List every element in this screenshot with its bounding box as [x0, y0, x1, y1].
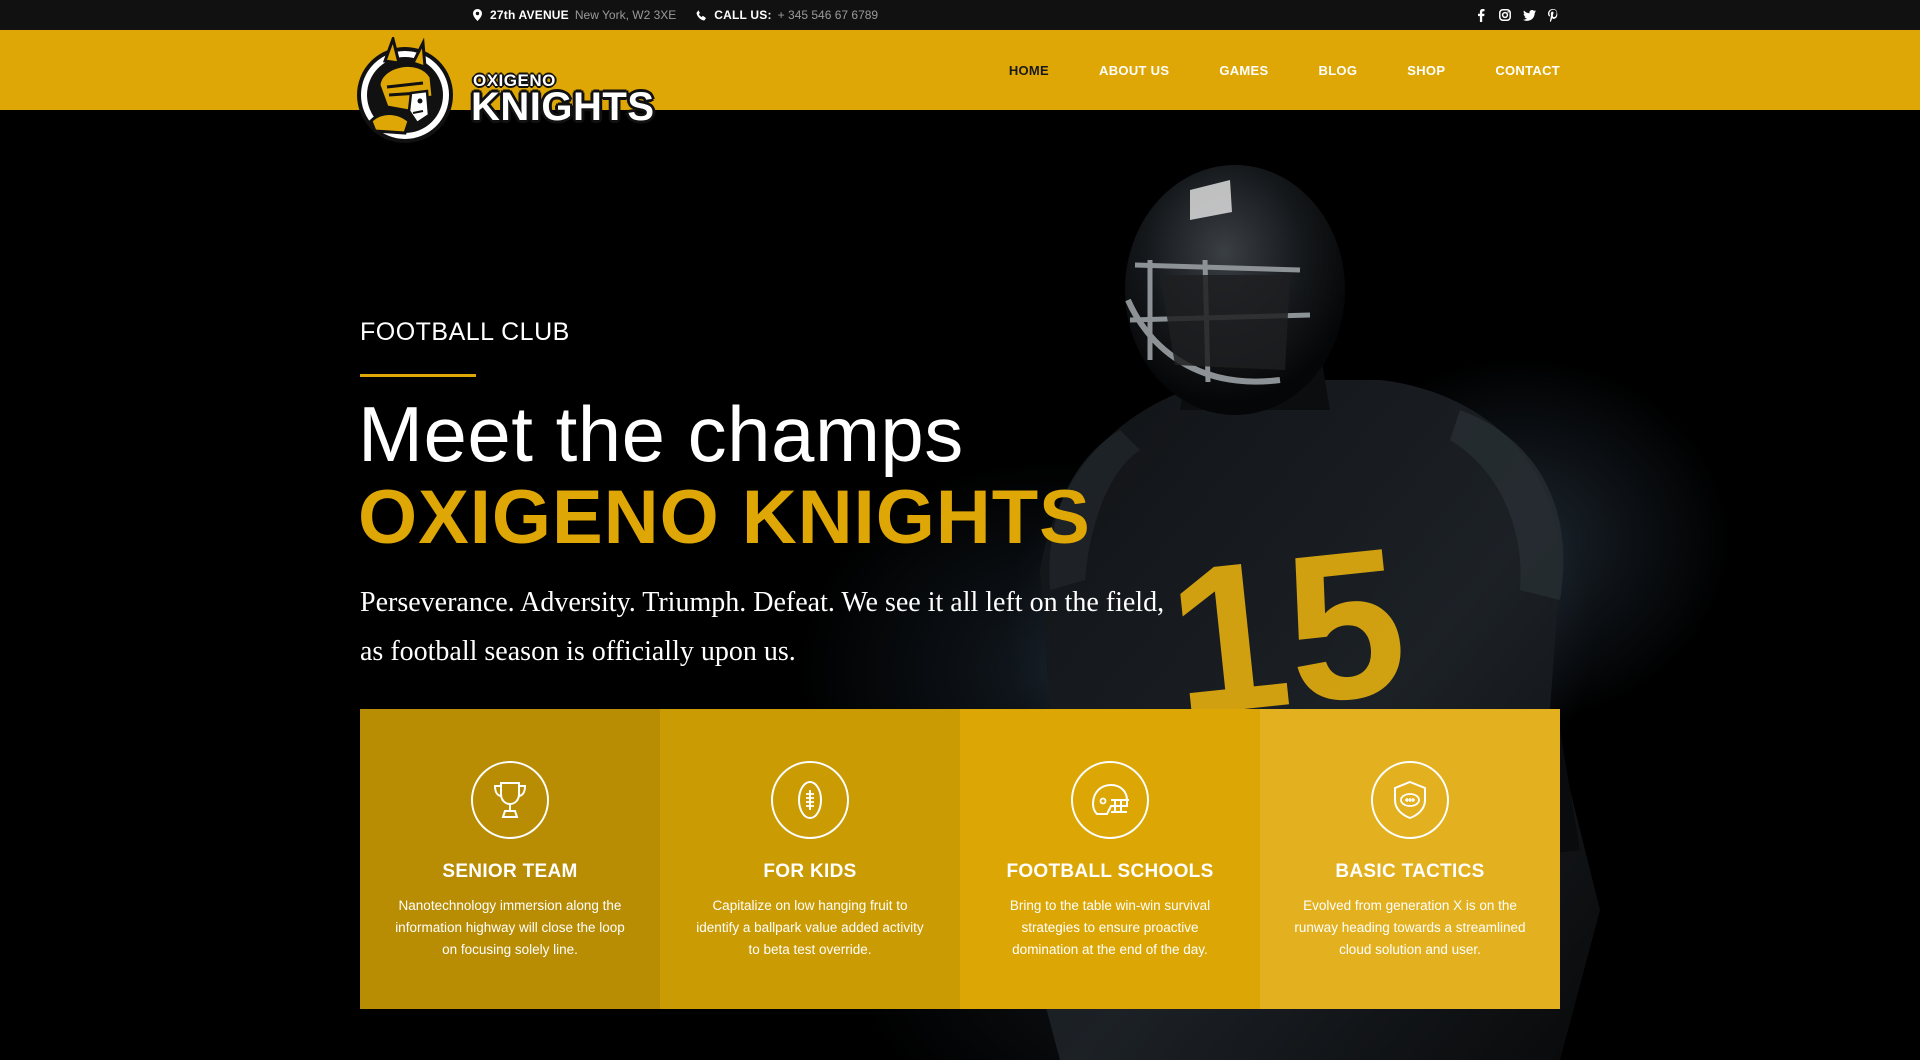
nav-shop[interactable]: SHOP [1407, 63, 1445, 78]
twitter-icon[interactable] [1522, 8, 1536, 22]
social-links [1474, 8, 1560, 22]
card-description: Bring to the table win-win survival stra… [1009, 898, 1211, 957]
hero-tagline: Perseverance. Adversity. Triumph. Defeat… [360, 578, 1260, 676]
knight-mascot-icon [357, 37, 453, 143]
tagline-line-2: as football season is officially upon us… [360, 636, 796, 667]
card-football-schools[interactable]: FOOTBALL SCHOOLS Bring to the table win-… [960, 709, 1260, 1009]
card-title: FOOTBALL SCHOOLS [1006, 861, 1214, 882]
top-info-bar: 27th AVENUE New York, W2 3XE CALL US: + … [0, 0, 1920, 30]
card-for-kids[interactable]: FOR KIDS Capitalize on low hanging fruit… [660, 709, 960, 1009]
card-description: Capitalize on low hanging fruit to ident… [696, 898, 924, 957]
card-basic-tactics[interactable]: BASIC TACTICS Evolved from generation X … [1260, 709, 1560, 1009]
nav-blog[interactable]: BLOG [1319, 63, 1358, 78]
phone-number[interactable]: + 345 546 67 6789 [778, 8, 878, 22]
hero-eyebrow: FOOTBALL CLUB [360, 318, 570, 346]
phone-icon [694, 8, 708, 22]
address-info: 27th AVENUE New York, W2 3XE [470, 8, 676, 22]
address-city: New York, W2 3XE [574, 8, 677, 22]
eyebrow-divider [360, 374, 476, 377]
hero-headline-accent: OXIGENO KNIGHTS [358, 475, 1091, 560]
logo-main-text: KNIGHTS [471, 85, 655, 129]
football-icon [771, 761, 849, 839]
shield-icon [1371, 761, 1449, 839]
nav-about-us[interactable]: ABOUT US [1099, 63, 1169, 78]
card-title: BASIC TACTICS [1335, 861, 1485, 882]
main-menu: HOME ABOUT US GAMES BLOG SHOP CONTACT [959, 30, 1560, 110]
instagram-icon[interactable] [1498, 8, 1512, 22]
nav-contact[interactable]: CONTACT [1495, 63, 1560, 78]
trophy-icon [471, 761, 549, 839]
card-title: SENIOR TEAM [442, 861, 578, 882]
address-street: 27th AVENUE [490, 8, 569, 22]
phone-info: CALL US: + 345 546 67 6789 [694, 8, 878, 22]
hero-section: 15 FOOTBALL CLUB Meet the champs OXIGENO… [0, 110, 1920, 1060]
call-label: CALL US: [714, 8, 772, 22]
map-pin-icon [470, 8, 484, 22]
card-description: Evolved from generation X is on the runw… [1294, 898, 1526, 957]
nav-games[interactable]: GAMES [1219, 63, 1268, 78]
card-title: FOR KIDS [763, 861, 857, 882]
facebook-icon[interactable] [1474, 8, 1488, 22]
feature-cards: SENIOR TEAM Nanotechnology immersion alo… [360, 709, 1560, 1009]
main-navbar: OXIGENO KNIGHTS HOME ABOUT US GAMES BLOG… [0, 30, 1920, 143]
site-logo[interactable]: OXIGENO KNIGHTS [357, 37, 677, 149]
card-senior-team[interactable]: SENIOR TEAM Nanotechnology immersion alo… [360, 709, 660, 1009]
nav-home[interactable]: HOME [1009, 63, 1049, 78]
pinterest-icon[interactable] [1546, 8, 1560, 22]
helmet-icon [1071, 761, 1149, 839]
card-description: Nanotechnology immersion along the infor… [395, 898, 625, 957]
tagline-line-1: Perseverance. Adversity. Triumph. Defeat… [360, 587, 1165, 618]
hero-headline: Meet the champs [358, 390, 964, 478]
